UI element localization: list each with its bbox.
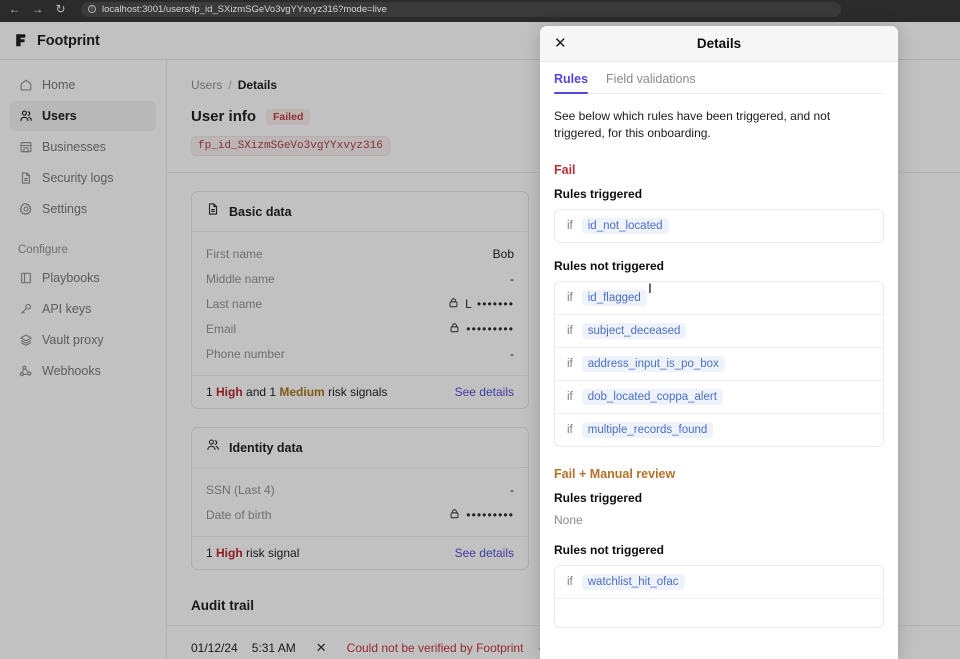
browser-toolbar: ← → ↻ i localhost:3001/users/fp_id_SXizm… [0, 0, 960, 18]
rule-if-label: if [567, 324, 573, 337]
rule-chip[interactable]: subject_deceased [581, 322, 687, 339]
rule-if-label: if [567, 423, 573, 436]
rule-row[interactable]: if multiple_records_found [555, 414, 883, 446]
tab-field-validations[interactable]: Field validations [606, 72, 696, 93]
rules-not-triggered-list: if watchlist_hit_ofac [554, 564, 884, 628]
drawer-intro-text: See below which rules have been triggere… [554, 109, 831, 141]
close-icon[interactable]: ✕ [554, 36, 567, 51]
rule-row[interactable]: if id_not_located [555, 210, 883, 242]
drawer-header: ✕ Details [540, 26, 898, 62]
address-bar[interactable]: i localhost:3001/users/fp_id_SXizmSGeVo3… [81, 1, 841, 17]
arrow-left-icon[interactable]: ← [8, 3, 21, 15]
rule-chip[interactable]: id_flagged [581, 289, 647, 306]
screen: ← → ↻ i localhost:3001/users/fp_id_SXizm… [0, 0, 960, 659]
reload-icon[interactable]: ↻ [54, 3, 67, 15]
rules-triggered-label: Rules triggered [554, 186, 643, 201]
rule-row[interactable]: if id_flagged [555, 282, 883, 315]
rule-if-label: if [567, 219, 573, 232]
rule-chip[interactable]: watchlist_hit_ofac [581, 573, 685, 590]
rule-row[interactable]: if dob_located_coppa_alert [555, 381, 883, 414]
info-icon[interactable]: i [88, 5, 96, 13]
rule-row[interactable]: if watchlist_hit_ofac [555, 566, 883, 599]
section-heading-fail-manual-review: Fail + Manual review [554, 466, 676, 481]
rule-if-label: if [567, 357, 573, 370]
url-text: localhost:3001/users/fp_id_SXizmSGeVo3vg… [102, 3, 387, 15]
tab-rules[interactable]: Rules [554, 72, 589, 94]
rules-triggered-label: Rules triggered [554, 490, 643, 505]
rule-if-label: if [567, 575, 573, 588]
rules-triggered-list: if id_not_located [554, 208, 884, 243]
rule-chip[interactable]: address_input_is_po_box [581, 355, 725, 372]
drawer-title: Details [696, 36, 742, 51]
rule-row-partial[interactable] [555, 599, 883, 627]
details-drawer: ✕ Details Rules Field validations See be… [540, 26, 898, 659]
rule-chip[interactable]: multiple_records_found [581, 421, 714, 438]
rule-row[interactable]: if subject_deceased [555, 315, 883, 348]
rule-chip[interactable]: id_not_located [581, 217, 669, 234]
arrow-right-icon[interactable]: → [31, 3, 44, 15]
rules-triggered-none: None [554, 512, 583, 527]
rule-if-label [567, 607, 570, 619]
rules-not-triggered-list: if id_flagged if subject_deceased if add… [554, 280, 884, 447]
rules-not-triggered-label: Rules not triggered [554, 542, 665, 557]
rule-chip[interactable]: dob_located_coppa_alert [581, 388, 723, 405]
rule-if-label: if [567, 390, 573, 403]
rule-row[interactable]: if address_input_is_po_box [555, 348, 883, 381]
drawer-body: Rules Field validations See below which … [540, 62, 898, 659]
rule-if-label: if [567, 291, 573, 304]
section-heading-fail: Fail [554, 162, 576, 177]
rules-not-triggered-label: Rules not triggered [554, 258, 665, 273]
drawer-tabs: Rules Field validations [554, 62, 884, 94]
